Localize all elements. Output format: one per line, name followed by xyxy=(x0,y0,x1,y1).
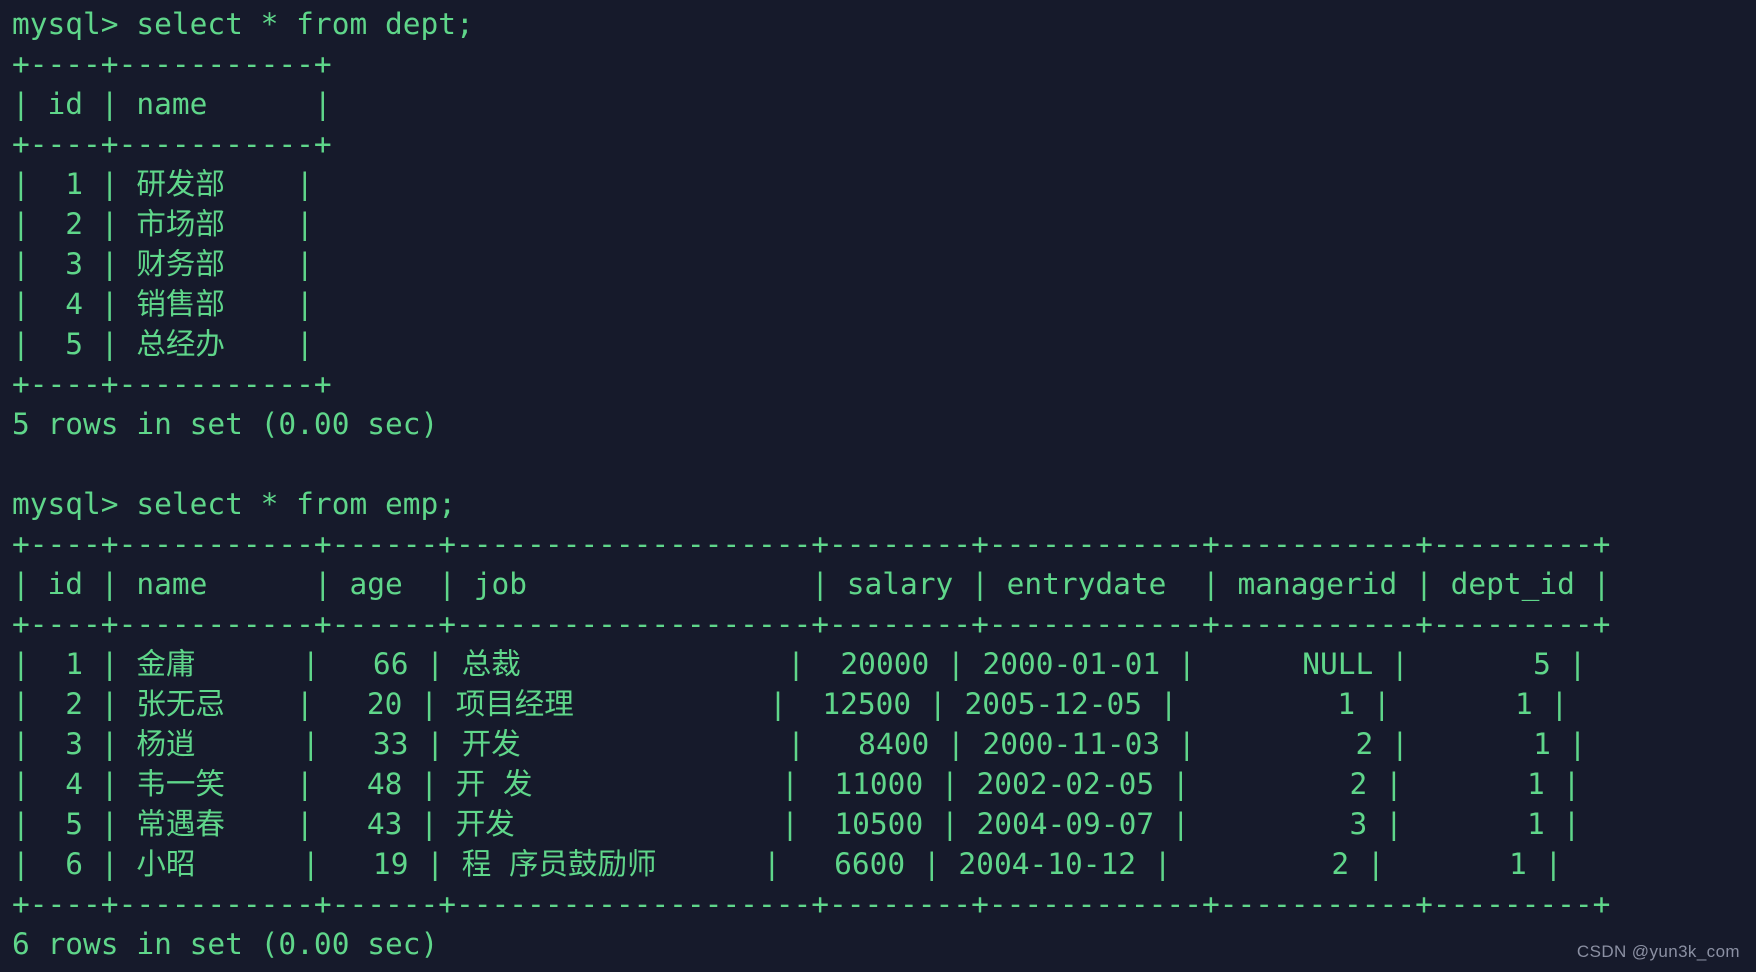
table-row: | 5 | 常遇春 | 43 | 开发 | 10500 | 2004-09-07… xyxy=(12,807,1581,841)
table-row: | 1 | 研发部 | xyxy=(12,167,314,201)
table-border-bottom-emp: +----+-----------+------+---------------… xyxy=(12,887,1611,921)
table-row: | 3 | 财务部 | xyxy=(12,247,314,281)
table-row: | 4 | 销售部 | xyxy=(12,287,314,321)
table-row: | 1 | 金庸 | 66 | 总裁 | 20000 | 2000-01-01 … xyxy=(12,647,1587,681)
table-header-emp: | id | name | age | job | salary | entry… xyxy=(12,567,1611,601)
table-border-mid-dept: +----+-----------+ xyxy=(12,127,332,161)
table-header-dept: | id | name | xyxy=(12,87,332,121)
table-row: | 2 | 张无忌 | 20 | 项目经理 | 12500 | 2005-12-… xyxy=(12,687,1569,721)
table-row: | 2 | 市场部 | xyxy=(12,207,314,241)
watermark: CSDN @yun3k_com xyxy=(1576,942,1740,961)
table-border-top-emp: +----+-----------+------+---------------… xyxy=(12,527,1611,561)
table-row: | 3 | 杨逍 | 33 | 开发 | 8400 | 2000-11-03 |… xyxy=(12,727,1587,761)
table-border-bottom-dept: +----+-----------+ xyxy=(12,367,332,401)
result-footer-dept: 5 rows in set (0.00 sec) xyxy=(12,407,439,441)
command-line-emp: mysql> select * from emp; xyxy=(12,487,457,521)
table-row: | 4 | 韦一笑 | 48 | 开 发 | 11000 | 2002-02-0… xyxy=(12,767,1581,801)
command-line-dept: mysql> select * from dept; xyxy=(12,7,474,41)
table-row: | 6 | 小昭 | 19 | 程 序员鼓励师 | 6600 | 2004-10… xyxy=(12,847,1563,881)
table-row: | 5 | 总经办 | xyxy=(12,327,314,361)
table-border-mid-emp: +----+-----------+------+---------------… xyxy=(12,607,1611,641)
terminal-window[interactable]: mysql> select * from dept; +----+-------… xyxy=(0,0,1756,972)
result-footer-emp: 6 rows in set (0.00 sec) xyxy=(12,927,439,961)
table-border-top-dept: +----+-----------+ xyxy=(12,47,332,81)
